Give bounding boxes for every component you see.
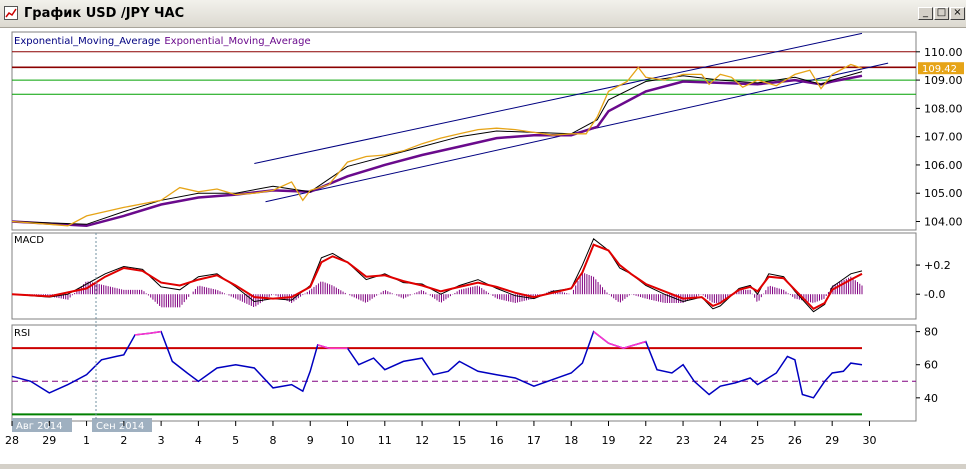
time-tick-label: 26 [788,434,802,447]
time-tick-label: 11 [378,434,392,447]
rsi-pane: RSI 80 60 40 [11,324,938,422]
macd-y-axis: +0.2 -0.0 [916,259,951,301]
minimize-button[interactable]: _ [918,7,933,20]
time-tick-label: 10 [341,434,355,447]
chart-app-icon [4,6,18,20]
chart-area: Exponential_Moving_Average Exponential_Mo… [0,28,966,464]
macd-pane: MACD +0.2 -0.0 [11,232,951,320]
time-tick-label: 16 [490,434,504,447]
window-title: График USD /JPY ЧАС [24,6,185,21]
time-tick-label: 22 [639,434,653,447]
time-tick-label: 29 [825,434,839,447]
macd-ytick-label: -0.0 [924,288,945,301]
price-ytick-label: 105.00 [924,187,963,200]
time-tick-label: 5 [232,434,239,447]
rsi-title: RSI [14,328,30,339]
month-label-sep: Сен 2014 [96,421,144,432]
price-ytick-label: 108.00 [924,102,963,115]
time-tick-label: 9 [307,434,314,447]
price-ytick-label: 110.00 [924,46,963,59]
rsi-ytick-label: 60 [924,359,938,372]
rsi-pane-frame [11,324,917,422]
maximize-button[interactable]: □ [934,7,949,20]
rsi-ytick-label: 80 [924,326,938,339]
time-tick-label: 12 [415,434,429,447]
time-tick-label: 3 [158,434,165,447]
time-tick-label: 2 [120,434,127,447]
price-pane: Exponential_Moving_Average Exponential_Mo… [11,31,964,231]
chart-canvas: Exponential_Moving_Average Exponential_Mo… [5,31,964,447]
month-label-aug: Авг 2014 [16,421,63,432]
time-tick-label: 29 [42,434,56,447]
time-tick-label: 19 [601,434,615,447]
price-ytick-label: 109.00 [924,74,963,87]
time-tick-label: 30 [862,434,876,447]
time-tick-label: 4 [195,434,202,447]
time-tick-label: 25 [751,434,765,447]
price-pane-frame [11,31,917,231]
time-tick-label: 23 [676,434,690,447]
rsi-ytick-label: 40 [924,392,938,405]
time-tick-label: 24 [713,434,727,447]
time-tick-label: 15 [452,434,466,447]
time-tick-label: 18 [564,434,578,447]
current-price-label: 109.42 [922,64,957,75]
macd-title: MACD [14,235,44,246]
rsi-y-axis: 80 60 40 [916,326,938,405]
price-ytick-label: 106.00 [924,159,963,172]
ema-slow-legend: Exponential_Moving_Average [164,36,310,47]
price-ytick-label: 107.00 [924,131,963,144]
time-tick-label: 1 [83,434,90,447]
ema-fast-legend: Exponential_Moving_Average [14,36,160,47]
time-tick-label: 17 [527,434,541,447]
price-ytick-label: 104.00 [924,216,963,229]
window-titlebar: График USD /JPY ЧАС _ □ × [0,0,966,28]
macd-ytick-label: +0.2 [924,259,951,272]
time-tick-label: 8 [269,434,276,447]
close-button[interactable]: × [950,7,965,20]
time-tick-label: 28 [5,434,19,447]
